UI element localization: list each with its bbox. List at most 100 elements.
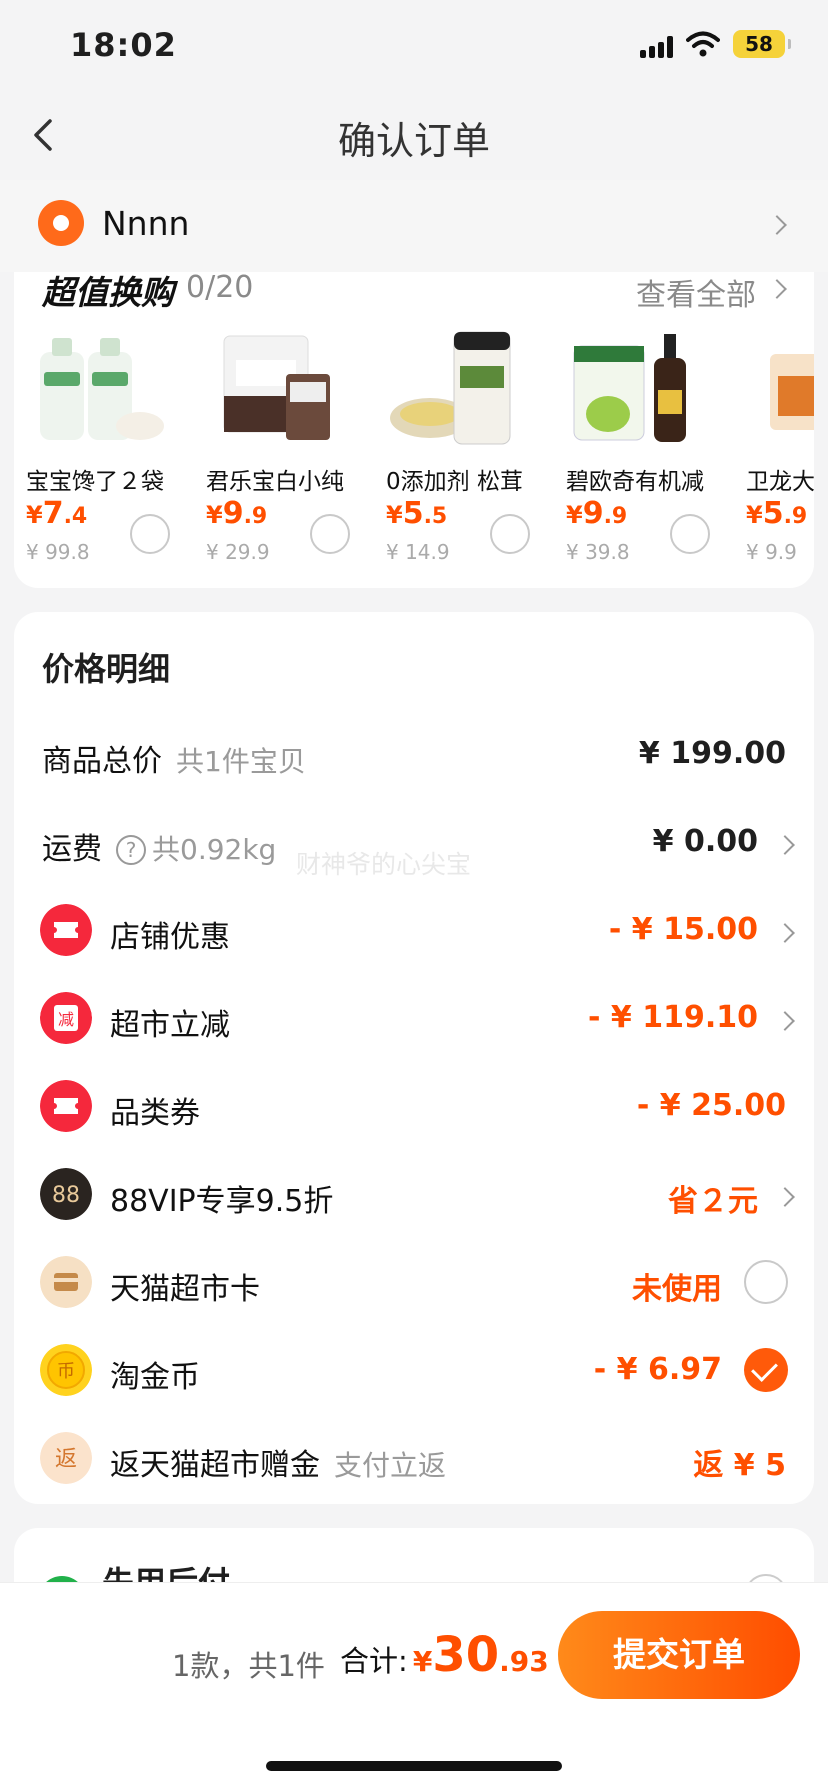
status-time: 18:02 <box>70 26 177 64</box>
chevron-right-icon <box>775 923 795 943</box>
product-name: 宝宝馋了２袋 <box>26 469 164 495</box>
svg-text:返: 返 <box>55 1447 77 1472</box>
product-image <box>390 331 511 445</box>
wifi-icon <box>686 31 720 57</box>
nav-bar: 确认订单 <box>0 90 828 180</box>
product-select-radio[interactable] <box>490 514 530 554</box>
card-icon <box>40 1256 92 1308</box>
shop-discount-row[interactable]: 店铺优惠 - ¥ 15.00 <box>14 888 814 976</box>
tmall-card-label: 天猫超市卡 <box>110 1272 260 1307</box>
upsell-title: 超值换购 <box>42 273 174 312</box>
coin-icon: 币 <box>40 1344 92 1396</box>
home-indicator <box>266 1761 562 1771</box>
chevron-right-icon <box>775 835 795 855</box>
rebate-value: 返 ¥ 5 <box>693 1448 786 1483</box>
upsell-product[interactable]: 卫龙大 ¥5.9 ¥ 9.9 <box>734 330 814 580</box>
product-image <box>40 338 164 440</box>
discount-icon: 减 <box>40 992 92 1044</box>
product-name: 碧欧奇有机减 <box>566 469 704 495</box>
product-original-price: ¥ 99.8 <box>26 540 90 564</box>
market-cut-value: - ¥ 119.10 <box>588 1000 758 1035</box>
price-detail-card: 价格明细 商品总价 共1件宝贝 ¥ 199.00 运费? 共0.92kg ¥ 0.0… <box>14 612 814 1504</box>
product-price: ¥7.4 <box>26 496 88 531</box>
product-select-radio[interactable] <box>670 514 710 554</box>
submit-order-button[interactable]: 提交订单 <box>558 1611 800 1699</box>
battery-icon: 58 <box>733 30 791 58</box>
tmall-card-radio[interactable] <box>744 1260 788 1304</box>
order-total: 合计: ¥30.93 <box>340 1627 549 1683</box>
taojinbi-label: 淘金币 <box>110 1360 200 1395</box>
upsell-product[interactable]: 碧欧奇有机减 ¥9.9 ¥ 39.8 <box>554 330 734 580</box>
vip-88-icon: 88 <box>40 1168 92 1220</box>
upsell-product[interactable]: 君乐宝白小纯 ¥9.9 ¥ 29.9 <box>194 330 374 580</box>
address-row[interactable]: Nnnn <box>0 180 828 272</box>
product-name: 卫龙大 <box>746 469 814 495</box>
location-pin-icon <box>38 200 84 246</box>
shop-discount-label: 店铺优惠 <box>110 920 230 955</box>
chevron-right-icon <box>775 1187 795 1207</box>
svg-text:币: 币 <box>57 1361 75 1382</box>
total-label: 合计: <box>340 1644 408 1678</box>
upsell-product[interactable]: 0添加剂 松茸 ¥5.5 ¥ 14.9 <box>374 330 554 580</box>
product-image <box>573 334 686 442</box>
product-price: ¥5.9 <box>746 496 808 531</box>
shop-discount-value: - ¥ 15.00 <box>608 912 758 947</box>
product-original-price: ¥ 9.9 <box>746 540 797 564</box>
goods-total-label: 商品总价 <box>42 744 162 779</box>
rebate-label: 返天猫超市赠金 <box>110 1448 320 1483</box>
goods-total-row: 商品总价 共1件宝贝 ¥ 199.00 <box>14 712 814 800</box>
product-select-radio[interactable] <box>310 514 350 554</box>
product-image <box>223 335 330 440</box>
product-image <box>770 354 814 430</box>
watermark: 财神爷的心尖宝 <box>296 850 472 879</box>
rebate-icon: 返 <box>40 1432 92 1484</box>
chevron-right-icon <box>767 215 787 235</box>
product-original-price: ¥ 14.9 <box>386 540 450 564</box>
svg-text:88: 88 <box>52 1183 80 1208</box>
help-icon[interactable]: ? <box>116 835 146 865</box>
product-original-price: ¥ 29.9 <box>206 540 270 564</box>
shipping-value: ¥ 0.00 <box>652 824 758 859</box>
shipping-label: 运费 <box>42 832 102 867</box>
category-coupon-value: - ¥ 25.00 <box>636 1088 786 1123</box>
shipping-weight: 共0.92kg <box>152 833 277 866</box>
market-cut-label: 超市立减 <box>110 1008 230 1043</box>
product-name: 0添加剂 松茸 <box>386 469 523 495</box>
product-price: ¥9.9 <box>566 496 628 531</box>
checkout-bar: 1款，共1件 合计: ¥30.93 提交订单 <box>0 1582 828 1792</box>
product-price: ¥5.5 <box>386 496 448 531</box>
order-confirm-screen: 18:02 58 确认订单 Nnnn 超值换购 0/20 查看全部 宝宝馋了２袋… <box>0 0 828 1792</box>
coupon-icon <box>40 904 92 956</box>
upsell-count: 0/20 <box>186 272 254 305</box>
market-cut-row[interactable]: 减 超市立减 - ¥ 119.10 <box>14 976 814 1064</box>
tmall-card-value: 未使用 <box>632 1272 722 1307</box>
rebate-row: 返 返天猫超市赠金 支付立返 返 ¥ 5 <box>14 1416 814 1504</box>
taojinbi-value: - ¥ 6.97 <box>593 1352 722 1387</box>
taojinbi-row[interactable]: 币 淘金币 - ¥ 6.97 <box>14 1328 814 1416</box>
item-count-summary: 1款，共1件 <box>172 1649 325 1683</box>
status-bar: 18:02 58 <box>0 0 828 90</box>
product-original-price: ¥ 39.8 <box>566 540 630 564</box>
see-all-link[interactable]: 查看全部 <box>636 272 756 314</box>
category-coupon-label: 品类券 <box>110 1096 200 1131</box>
vip-discount-row[interactable]: 88 88VIP专享9.5折 省２元 <box>14 1152 814 1240</box>
total-integer: 30 <box>432 1627 500 1683</box>
product-select-radio[interactable] <box>130 514 170 554</box>
goods-total-count: 共1件宝贝 <box>176 745 306 778</box>
upsell-product[interactable]: 宝宝馋了２袋 ¥7.4 ¥ 99.8 <box>14 330 194 580</box>
signal-icon <box>640 36 674 58</box>
vip-discount-value: 省２元 <box>668 1184 758 1219</box>
address-name: Nnnn <box>102 204 190 243</box>
svg-text:减: 减 <box>58 1010 74 1029</box>
price-detail-title: 价格明细 <box>42 650 171 688</box>
tmall-card-row[interactable]: 天猫超市卡 未使用 <box>14 1240 814 1328</box>
chevron-right-icon <box>775 1011 795 1031</box>
page-title: 确认订单 <box>337 119 490 163</box>
coupon-icon <box>40 1080 92 1132</box>
total-decimal: .93 <box>499 1645 549 1678</box>
product-price: ¥9.9 <box>206 496 268 531</box>
product-name: 君乐宝白小纯 <box>206 469 344 495</box>
category-coupon-row: 品类券 - ¥ 25.00 <box>14 1064 814 1152</box>
taojinbi-checked-icon[interactable] <box>744 1348 788 1392</box>
upsell-card: 超值换购 0/20 查看全部 宝宝馋了２袋 ¥7.4 ¥ 99.8 君乐宝白小纯… <box>14 272 814 588</box>
